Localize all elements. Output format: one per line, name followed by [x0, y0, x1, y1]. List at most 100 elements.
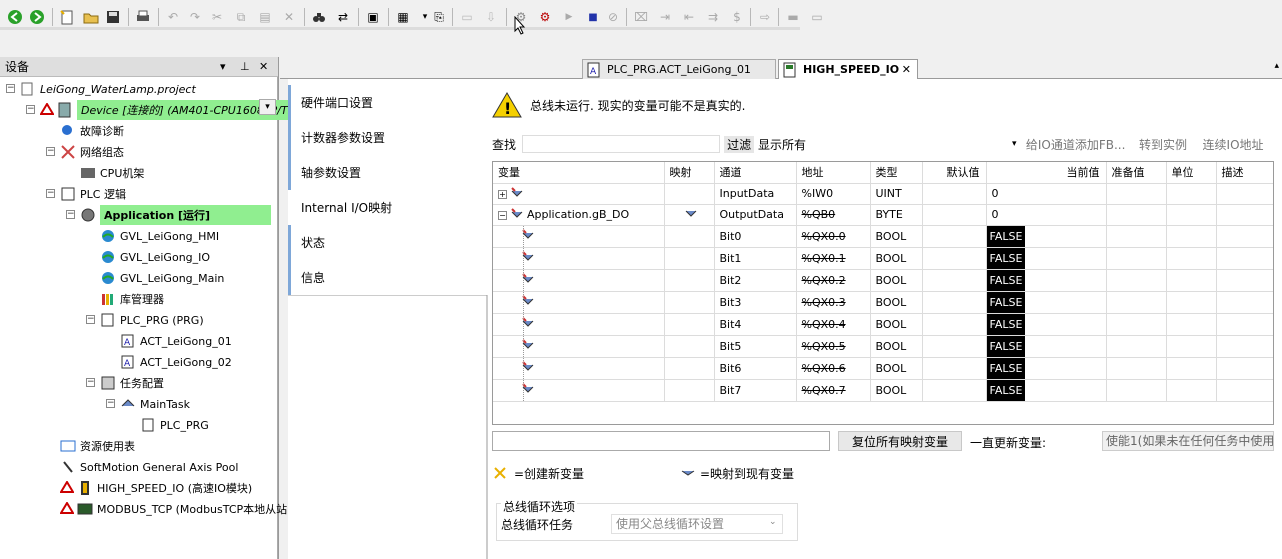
tree-expander[interactable]: − [106, 399, 115, 408]
open-icon[interactable] [82, 8, 100, 26]
force-icon[interactable]: ⇨ [756, 8, 774, 26]
close-icon[interactable]: ✕ [259, 60, 268, 73]
mapping-cell[interactable] [664, 225, 715, 248]
mapping-cell[interactable] [664, 204, 715, 226]
paste-icon[interactable]: ▤ [256, 8, 274, 26]
mapping-cell[interactable] [664, 247, 715, 270]
table-row[interactable]: + InputData %IW0 UINT 0 [493, 183, 1273, 205]
download-icon[interactable]: ▭ [458, 8, 476, 26]
column-header[interactable]: 准备值 [1106, 162, 1167, 184]
column-header[interactable]: 描述 [1216, 162, 1273, 184]
copy-icon[interactable]: ⧉ [232, 8, 250, 26]
dropdown-arrow-icon[interactable]: ▾ [1012, 139, 1024, 149]
reset-mapping-button[interactable]: 复位所有映射变量 [838, 431, 962, 451]
breakpoint-icon[interactable]: ⌧ [632, 8, 650, 26]
reset-icon[interactable]: ⊘ [604, 8, 622, 26]
column-header[interactable]: 当前值 [986, 162, 1107, 184]
variable-cell[interactable]: + [493, 183, 665, 205]
variable-cell[interactable] [493, 247, 665, 270]
forward-icon[interactable] [28, 8, 46, 26]
tree-item[interactable]: − 网络组态 [46, 142, 124, 162]
find-icon[interactable] [310, 8, 328, 26]
delete-icon[interactable]: ✕ [280, 8, 298, 26]
row-expander[interactable]: + [498, 189, 507, 199]
select-all-icon[interactable]: ▣ [364, 8, 382, 26]
tree-expander[interactable]: − [6, 84, 15, 93]
variable-cell[interactable]: − Application.gB_DO [493, 204, 665, 226]
tree-expander[interactable]: − [46, 189, 55, 198]
replace-icon[interactable]: ⇄ [334, 8, 352, 26]
variable-cell[interactable] [493, 291, 665, 314]
redo-icon[interactable]: ↷ [186, 8, 204, 26]
mapping-cell[interactable] [664, 269, 715, 292]
bus-cycle-task-select[interactable]: 使用父总线循环设置 [611, 514, 783, 534]
tree-item[interactable]: − PLC_PRG (PRG) [86, 310, 204, 330]
tree-item[interactable]: 库管理器 [100, 289, 164, 309]
tree-item[interactable]: GVL_LeiGong_HMI [100, 226, 219, 246]
column-header[interactable]: 地址 [796, 162, 871, 184]
logout-icon[interactable]: ⚙ [536, 8, 554, 26]
table-row[interactable]: Bit4 %QX0.4 BOOL FALSE [493, 313, 1273, 336]
new-icon[interactable] [58, 8, 76, 26]
variable-cell[interactable] [493, 357, 665, 380]
write-icon[interactable]: $ [728, 8, 746, 26]
tree-item[interactable]: GVL_LeiGong_Main [100, 268, 224, 288]
mapping-cell[interactable] [664, 379, 715, 402]
tab-high-speed-io[interactable]: HIGH_SPEED_IO ✕ [778, 59, 918, 79]
tree-item[interactable]: HIGH_SPEED_IO (高速IO模块) [59, 478, 252, 498]
tree-item[interactable]: CPU机架 [80, 163, 144, 183]
tree-expander[interactable]: − [66, 210, 75, 219]
library-icon[interactable]: ⎘ [430, 8, 448, 26]
subnav-item[interactable]: Internal I/O映射 [288, 190, 488, 225]
unforce-icon[interactable]: ▬ [784, 8, 802, 26]
tree-item[interactable]: − LeiGong_WaterLamp.project [6, 79, 196, 99]
tree-expander[interactable]: − [46, 147, 55, 156]
subnav-item[interactable]: 状态 [288, 225, 488, 260]
goto-instance-button[interactable]: 转到实例 [1139, 136, 1199, 153]
column-header[interactable]: 单位 [1166, 162, 1217, 184]
tab-plc-prg-act[interactable]: A PLC_PRG.ACT_LeiGong_01 [582, 59, 776, 79]
tree-item[interactable]: − PLC 逻辑 [46, 184, 126, 204]
step-icon[interactable]: ⇥ [656, 8, 674, 26]
variable-cell[interactable] [493, 335, 665, 358]
tree-item[interactable]: − 任务配置 [86, 373, 164, 393]
mapping-cell[interactable] [664, 291, 715, 314]
variable-cell[interactable] [493, 379, 665, 402]
back-icon[interactable] [6, 8, 24, 26]
step-into-icon[interactable]: ⇉ [704, 8, 722, 26]
variable-cell[interactable] [493, 269, 665, 292]
panel-menu-icon[interactable]: ▾ [220, 60, 226, 73]
row-expander[interactable]: − [498, 210, 507, 220]
tabs-overflow-icon[interactable]: ▴ [1274, 61, 1279, 71]
project-view-icon[interactable]: ▦ [394, 8, 412, 26]
filter-select[interactable]: 显示所有 [754, 136, 1012, 153]
stop-icon[interactable]: ■ [584, 8, 602, 26]
mapping-cell[interactable] [664, 183, 715, 205]
tree-item[interactable]: PLC_PRG [140, 415, 209, 435]
column-header[interactable]: 映射 [664, 162, 715, 184]
table-row[interactable]: Bit7 %QX0.7 BOOL FALSE [493, 379, 1273, 402]
table-row[interactable]: Bit5 %QX0.5 BOOL FALSE [493, 335, 1273, 358]
subnav-item[interactable]: 硬件端口设置 [288, 85, 488, 120]
table-row[interactable]: Bit3 %QX0.3 BOOL FALSE [493, 291, 1273, 314]
tree-item[interactable]: MODBUS_TCP (ModbusTCP本地从站) [59, 499, 291, 519]
tree-item[interactable]: 故障诊断 [60, 121, 124, 141]
tree-item[interactable]: 资源使用表 [60, 436, 135, 456]
cut-icon[interactable]: ✂ [208, 8, 226, 26]
tree-item[interactable]: A ACT_LeiGong_02 [120, 352, 232, 372]
column-header[interactable]: 默认值 [922, 162, 987, 184]
mapping-cell[interactable] [664, 335, 715, 358]
table-row[interactable]: Bit2 %QX0.2 BOOL FALSE [493, 269, 1273, 292]
tree-expander[interactable]: − [86, 315, 95, 324]
upload-icon[interactable]: ⇩ [482, 8, 500, 26]
tree-expander[interactable]: − [86, 378, 95, 387]
always-update-select[interactable]: 使能1(如果未在任何任务中使用则 [1102, 431, 1274, 451]
table-row[interactable]: Bit1 %QX0.1 BOOL FALSE [493, 247, 1273, 270]
chevron-down-icon[interactable]: ⌄ [769, 517, 777, 527]
tree-item[interactable]: SoftMotion General Axis Pool [60, 457, 238, 477]
undo-icon[interactable]: ↶ [164, 8, 182, 26]
table-row[interactable]: − Application.gB_DO OutputData %QB0 BYTE 0 [493, 204, 1273, 226]
monitor-icon[interactable]: ▭ [808, 8, 826, 26]
add-fb-button[interactable]: 给IO通道添加FB... [1026, 136, 1133, 153]
tree-item[interactable]: GVL_LeiGong_IO [100, 247, 210, 267]
